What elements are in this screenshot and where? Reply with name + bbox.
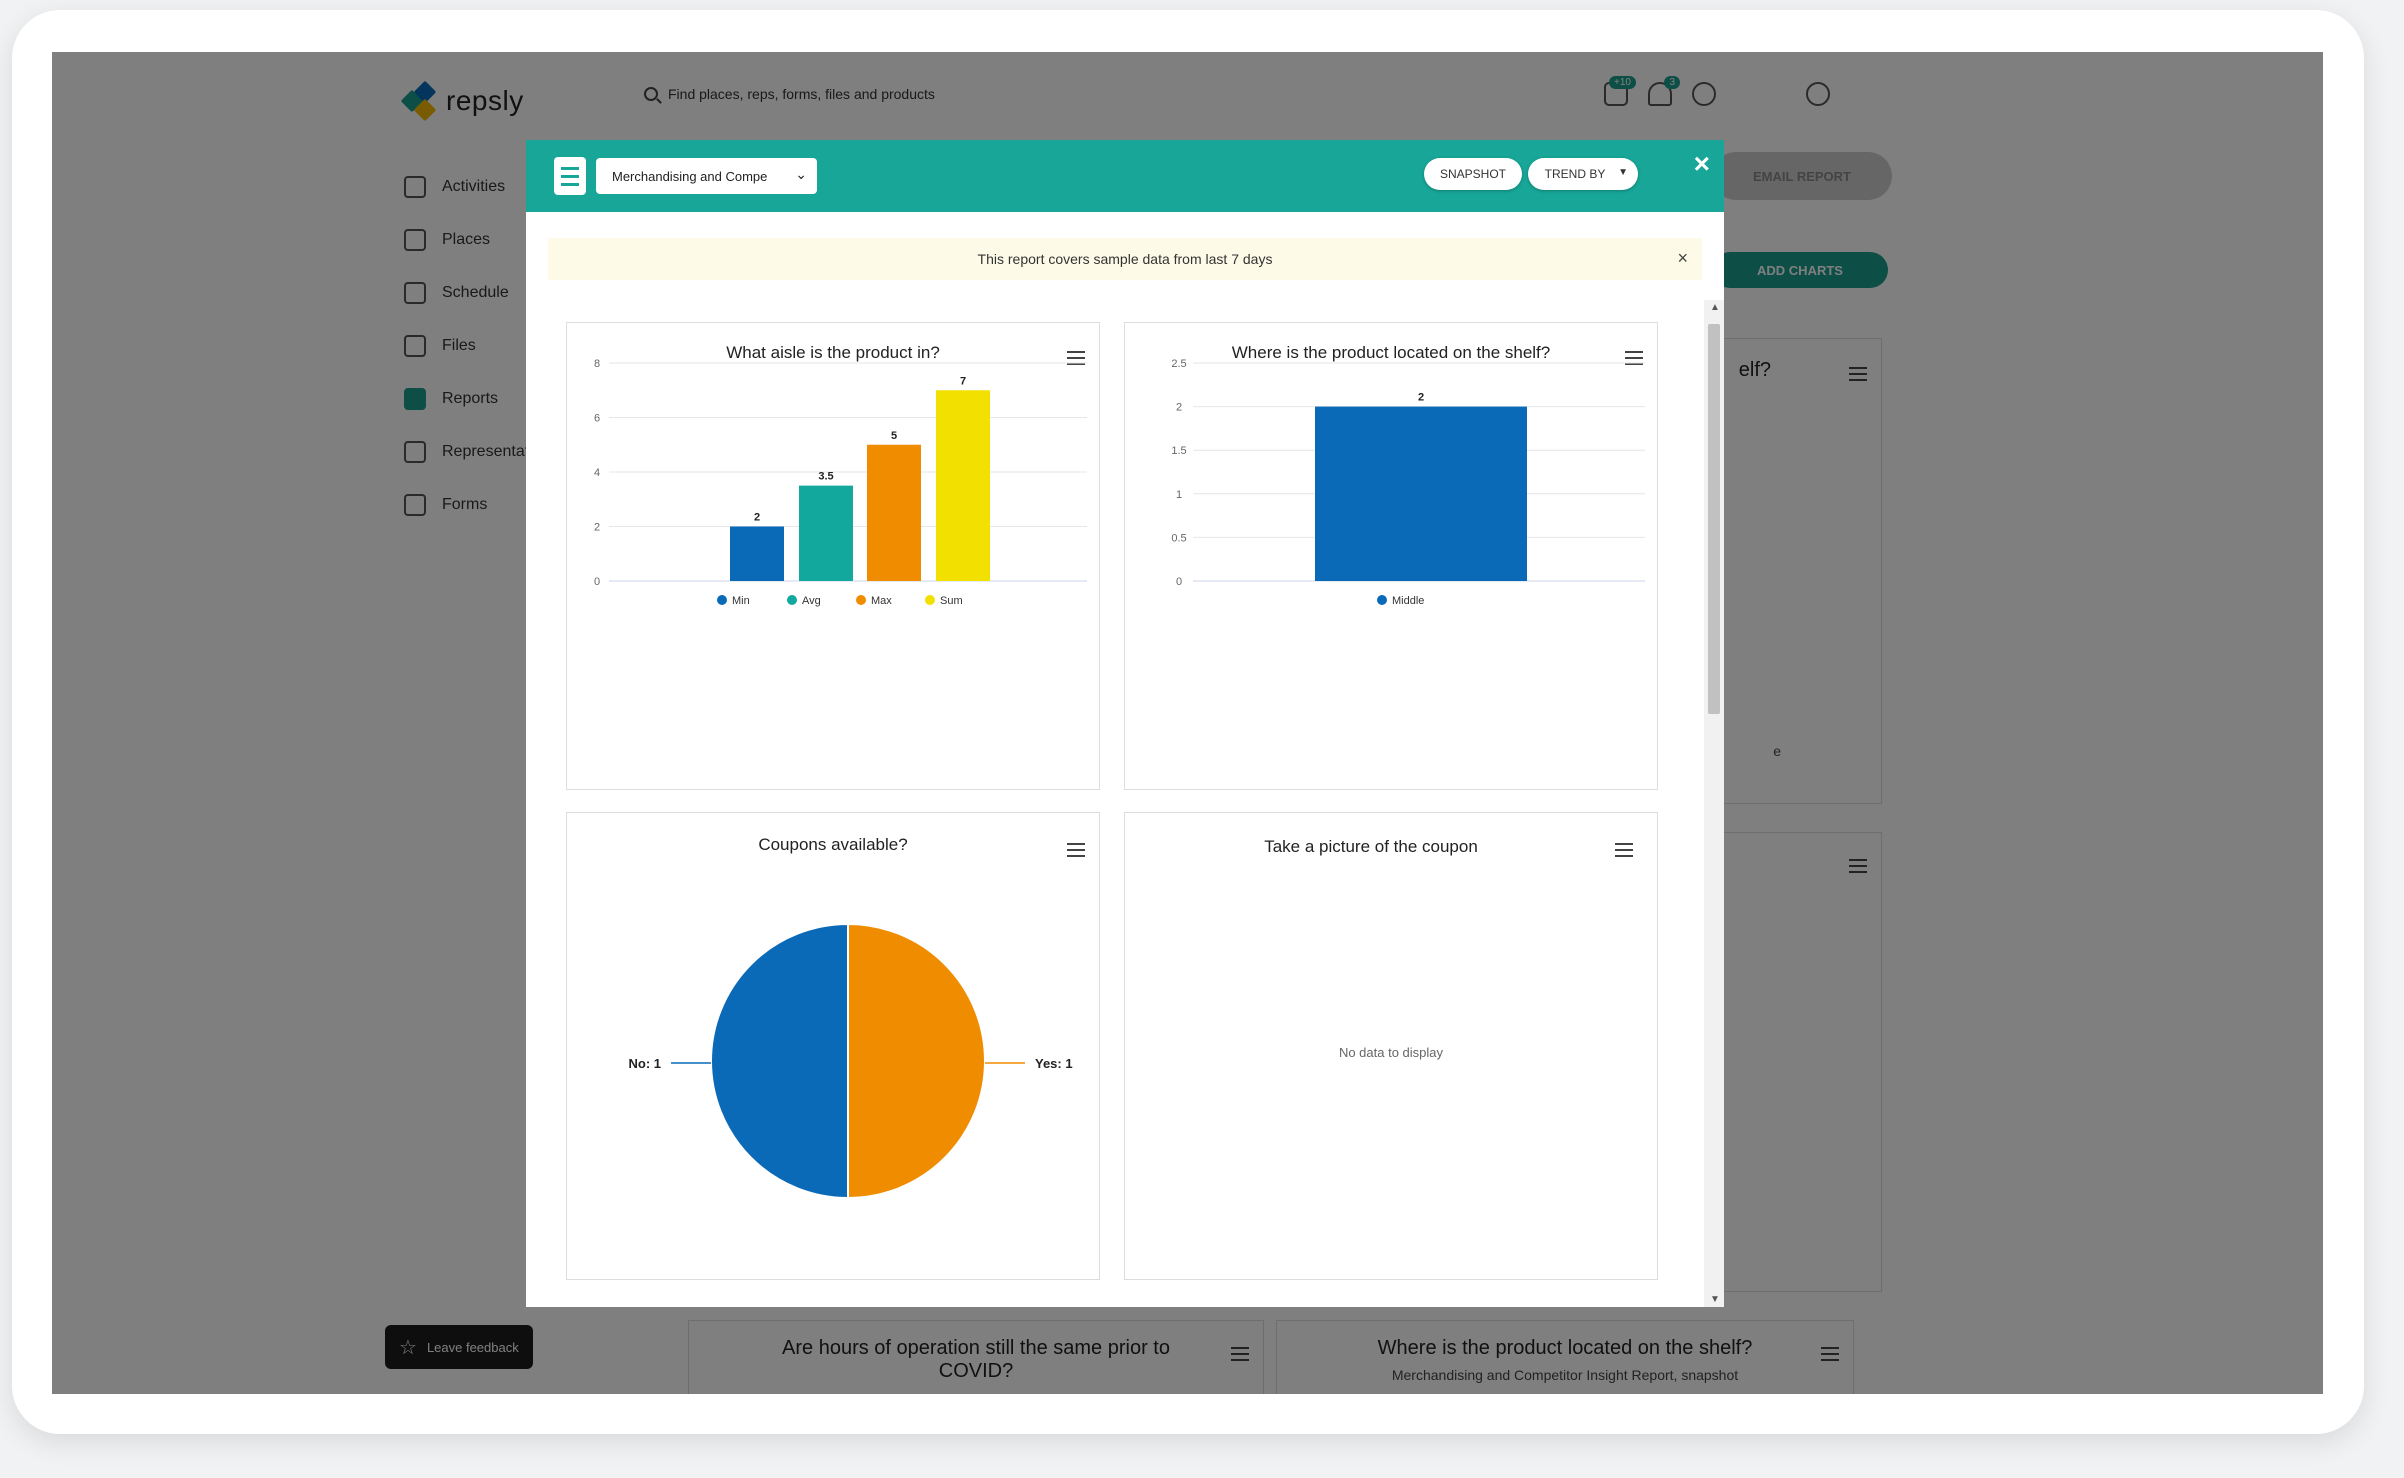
y-tick-label: 2	[594, 522, 600, 534]
y-tick-label: 0	[1176, 576, 1182, 588]
no-data-message: No data to display	[1338, 1045, 1444, 1060]
y-tick-label: 8	[594, 358, 600, 370]
report-document-icon	[554, 157, 586, 195]
data-label: 2	[754, 512, 760, 524]
banner-text: This report covers sample data from last…	[977, 251, 1273, 267]
bar-max	[867, 444, 921, 581]
close-modal-button[interactable]: ×	[1694, 148, 1710, 180]
bar-sum	[936, 390, 990, 581]
trend-by-dropdown[interactable]: TREND BY ▼	[1528, 158, 1638, 190]
modal-scrollbar[interactable]: ▲ ▼	[1704, 300, 1724, 1307]
app-window: repsly Find places, reps, forms, files a…	[52, 52, 2323, 1394]
data-label: 3.5	[818, 471, 833, 483]
chart-menu-icon[interactable]	[1615, 843, 1633, 857]
pie-chart-coupons: Yes: 1 No: 1	[629, 922, 1073, 1200]
y-tick-label: 1	[1176, 489, 1182, 501]
chart-card-aisle: What aisle is the product in? 0 2 4 6 8 2 3.5 5…	[566, 322, 1100, 790]
sample-data-banner: This report covers sample data from last…	[548, 238, 1702, 280]
bar-avg	[799, 485, 853, 581]
scrollbar-thumb[interactable]	[1708, 324, 1720, 714]
legend-label: Sum	[940, 595, 963, 607]
trend-by-label: TREND BY	[1544, 167, 1606, 181]
caret-down-icon: ▼	[1618, 167, 1628, 178]
report-select[interactable]: Merchandising and Compe ⌄	[596, 158, 817, 194]
y-tick-label: 2	[1176, 402, 1182, 414]
snapshot-button[interactable]: SNAPSHOT	[1424, 158, 1522, 190]
legend-label: Avg	[802, 595, 821, 607]
data-label: 2	[1418, 392, 1424, 404]
pie-data-label: Yes: 1	[1035, 1056, 1073, 1071]
bar-chart-shelf: 0 0.5 1 1.5 2 2.5 2 Middle	[1171, 358, 1645, 607]
legend-label: Min	[732, 595, 750, 607]
chart-card-shelf: Where is the product located on the shel…	[1124, 322, 1658, 790]
bar-middle	[1315, 406, 1527, 581]
scroll-down-arrow-icon[interactable]: ▼	[1710, 1294, 1720, 1305]
chart-title: Take a picture of the coupon	[1264, 837, 1478, 856]
y-tick-label: 1.5	[1171, 445, 1186, 457]
scroll-up-arrow-icon[interactable]: ▲	[1710, 302, 1720, 313]
data-label: 5	[891, 430, 897, 442]
bar-chart-aisle: 0 2 4 6 8 2 3.5 5 7 Min Avg Max Sum	[594, 358, 1087, 607]
legend-marker	[1377, 595, 1387, 605]
legend-label: Middle	[1392, 595, 1424, 607]
y-tick-label: 4	[594, 467, 600, 479]
y-tick-label: 0	[594, 576, 600, 588]
report-select-value: Merchandising and Compe	[612, 168, 768, 184]
pie-slice-yes	[847, 922, 986, 1200]
legend-marker	[856, 595, 866, 605]
pie-slice-no	[710, 922, 849, 1200]
legend-marker	[787, 595, 797, 605]
y-tick-label: 2.5	[1171, 358, 1186, 370]
y-tick-label: 0.5	[1171, 532, 1186, 544]
close-banner-button[interactable]: ×	[1677, 248, 1688, 269]
bar-min	[730, 526, 784, 581]
chart-card-coupon-picture: Take a picture of the coupon No data to …	[1124, 812, 1658, 1280]
modal-header: Merchandising and Compe ⌄ SNAPSHOT TREND…	[526, 140, 1724, 212]
legend-marker	[925, 595, 935, 605]
legend-label: Max	[871, 595, 892, 607]
report-modal: Merchandising and Compe ⌄ SNAPSHOT TREND…	[526, 140, 1724, 1307]
pie-data-label: No: 1	[629, 1056, 662, 1071]
chevron-down-icon: ⌄	[795, 166, 807, 182]
y-tick-label: 6	[594, 413, 600, 425]
legend-marker	[717, 595, 727, 605]
chart-card-coupons: Coupons available? Yes: 1 No: 1	[566, 812, 1100, 1280]
data-label: 7	[960, 375, 966, 387]
